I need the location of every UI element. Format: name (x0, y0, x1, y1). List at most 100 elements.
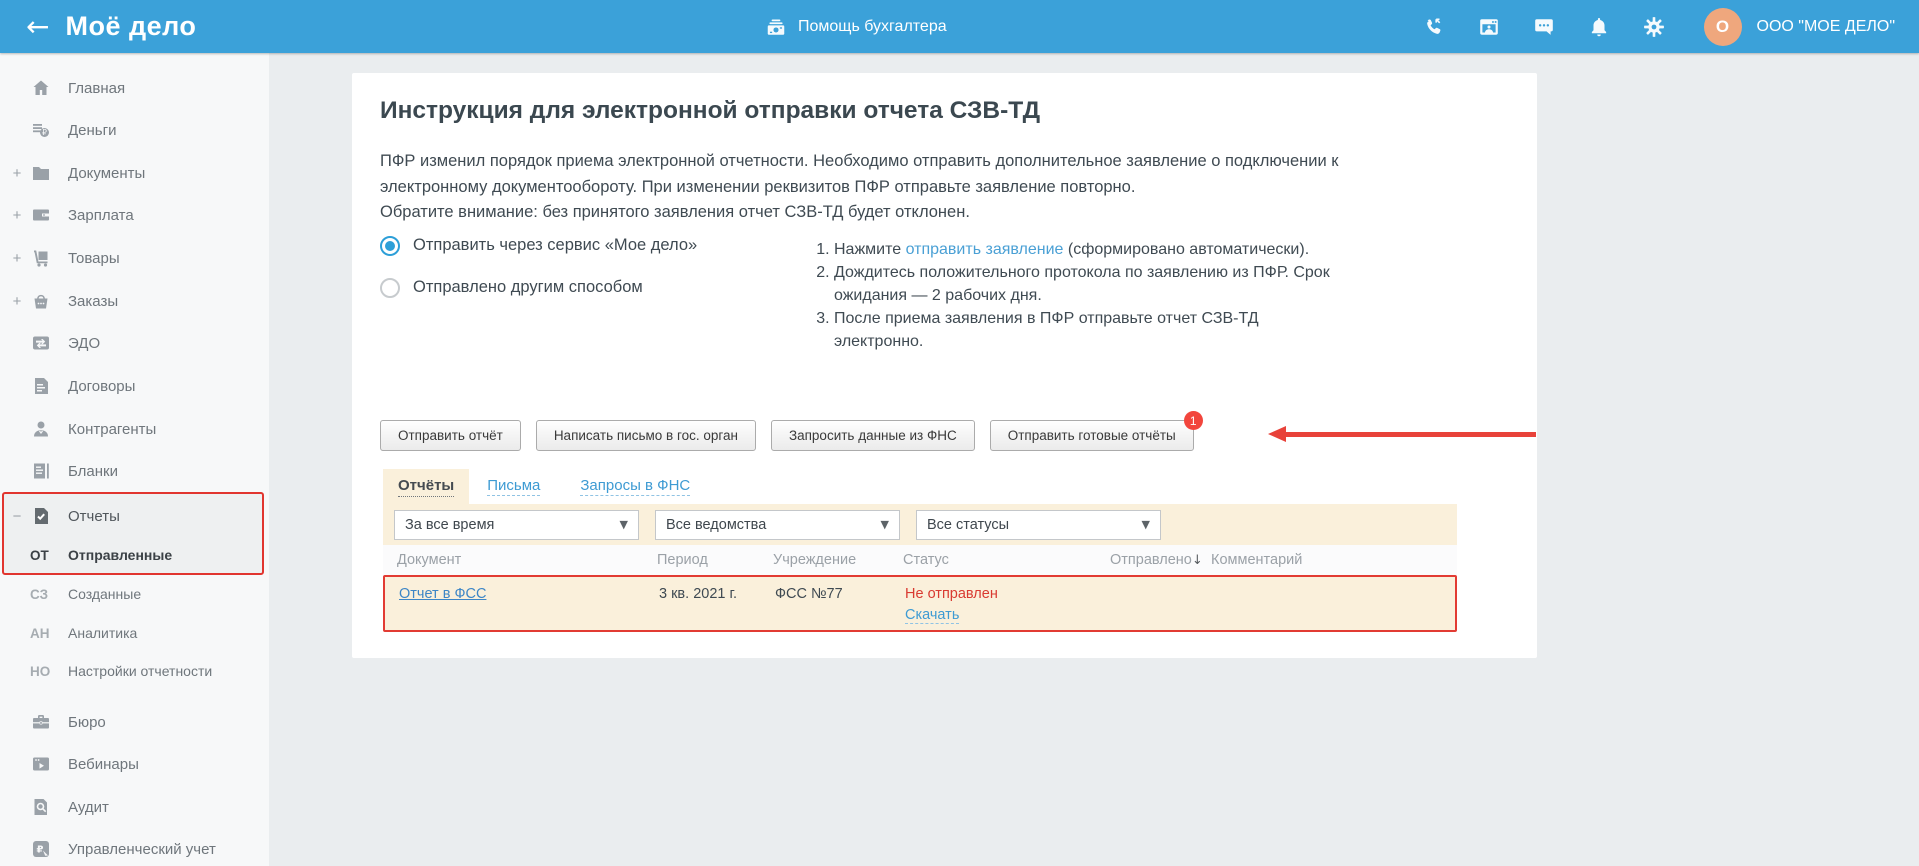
page-title: Инструкция для электронной отправки отче… (380, 97, 1041, 124)
sort-desc-icon: ↓ (1191, 553, 1203, 568)
accountant-help-button[interactable]: Помощь бухгалтера (765, 0, 947, 53)
app-logo[interactable]: Моё дело (65, 11, 196, 42)
filter-agency-select[interactable]: Все ведомства ▼ (655, 509, 900, 540)
sidebar-item-sozdannye[interactable]: СЗ Созданные (0, 581, 269, 607)
org-name[interactable]: ООО "МОЕ ДЕЛО" (1757, 18, 1895, 36)
webinar-window-icon[interactable] (1478, 16, 1500, 38)
audit-magnifier-icon (30, 796, 52, 818)
sidebar-item-dogovory[interactable]: Договоры (0, 373, 269, 399)
table-header: Документ Период Учреждение Статус Отправ… (383, 545, 1457, 575)
sidebar-item-nastroyki-otchetnosti[interactable]: НО Настройки отчетности (0, 658, 269, 684)
chevron-down-icon: ▼ (619, 518, 628, 531)
sidebar-item-vebinary[interactable]: Вебинары (0, 751, 269, 777)
col-status: Статус (903, 552, 949, 568)
callback-phone-icon[interactable] (1423, 16, 1445, 38)
sidebar-item-tovary[interactable]: + Товары (0, 245, 269, 271)
expand-plus-icon[interactable]: + (10, 250, 24, 267)
sidebar-item-kontragenty[interactable]: Контрагенты (0, 416, 269, 442)
cash-icon (765, 16, 787, 38)
sidebar-item-zarplata[interactable]: + Зарплата (0, 202, 269, 228)
sidebar-item-otchety[interactable]: − Отчеты (0, 503, 269, 529)
collapse-minus-icon[interactable]: − (10, 508, 24, 525)
briefcase-icon (30, 711, 52, 733)
radio-option-service[interactable]: Отправить через сервис «Мое дело» (380, 235, 697, 256)
folder-icon (30, 162, 52, 184)
send-report-button[interactable]: Отправить отчёт (380, 420, 521, 451)
sidebar-item-otpravlennye[interactable]: ОТ Отправленные (0, 542, 269, 568)
instruction-card: Инструкция для электронной отправки отче… (352, 73, 1537, 658)
chat-icon[interactable] (1533, 16, 1555, 38)
tabs: Отчёты Письма Запросы в ФНС (383, 469, 691, 504)
sidebar-item-upravlencheskiy-uchet[interactable]: ₽ Управленческий учет (0, 836, 269, 862)
sidebar-item-byuro[interactable]: Бюро (0, 709, 269, 735)
intro-line: ПФР изменил порядок приема электронной о… (380, 152, 1339, 170)
step-item: После приема заявления в ПФР отправьте о… (834, 307, 1337, 353)
filter-status-select[interactable]: Все статусы ▼ (916, 509, 1161, 540)
col-institution: Учреждение (773, 552, 857, 568)
pointer-arrow-icon (1268, 426, 1286, 442)
settings-gear-icon[interactable] (1643, 16, 1665, 38)
money-icon: ₽ (30, 119, 52, 141)
row-status: Не отправлен Скачать (905, 586, 1112, 624)
ready-count-badge: 1 (1183, 411, 1203, 430)
intro-line: электронному документообороту. При измен… (380, 177, 1136, 196)
col-comment: Комментарий (1211, 552, 1303, 568)
sidebar-item-zakazy[interactable]: + Заказы (0, 288, 269, 314)
radio-option-other[interactable]: Отправлено другим способом (380, 277, 697, 298)
webinar-play-icon (30, 753, 52, 775)
basket-icon (30, 290, 52, 312)
status-not-sent: Не отправлен (905, 586, 998, 602)
sidebar-item-dokumenty[interactable]: + Документы (0, 160, 269, 186)
chevron-down-icon: ▼ (880, 518, 889, 531)
notifications-bell-icon[interactable] (1588, 16, 1610, 38)
svg-text:₽: ₽ (42, 128, 47, 137)
chevron-down-icon: ▼ (1141, 518, 1150, 531)
svg-text:₽: ₽ (37, 845, 44, 856)
tab-zaprosy-fns[interactable]: Запросы в ФНС (580, 477, 691, 496)
sidebar-item-dengi[interactable]: ₽ Деньги (0, 117, 269, 143)
sidebar: Главная ₽ Деньги + Документы + Зарплата … (0, 53, 269, 866)
management-accounting-icon: ₽ (30, 838, 52, 860)
tab-pisma[interactable]: Письма (487, 477, 541, 496)
write-letter-button[interactable]: Написать письмо в гос. орган (535, 420, 756, 451)
row-institution: ФСС №77 (775, 586, 843, 602)
steps-list: Нажмите отправить заявление (сформирован… (812, 238, 1337, 353)
request-fns-button[interactable]: Запросить данные из ФНС (770, 420, 975, 451)
radio-unchecked-icon[interactable] (380, 277, 400, 298)
reports-icon (30, 505, 52, 527)
expand-plus-icon[interactable]: + (10, 207, 24, 224)
tab-otchety[interactable]: Отчёты (383, 469, 470, 504)
contract-document-icon (30, 375, 52, 397)
col-period: Период (657, 552, 708, 568)
avatar[interactable]: О (1703, 7, 1742, 46)
back-arrow-icon[interactable]: ← (26, 12, 49, 41)
pointer-arrow-icon (1286, 432, 1536, 437)
step-item: Дождитесь положительного протокола по за… (834, 261, 1337, 307)
download-link[interactable]: Скачать (905, 607, 960, 624)
intro-line: Обратите внимание: без принятого заявлен… (380, 203, 970, 221)
sidebar-item-edo[interactable]: ЭДО (0, 330, 269, 356)
sidebar-item-analitika[interactable]: АН Аналитика (0, 620, 269, 646)
row-period: 3 кв. 2021 г. (659, 586, 738, 602)
send-method-options: Отправить через сервис «Мое дело» Отправ… (380, 235, 697, 319)
filter-panel: За все время ▼ Все ведомства ▼ Все стату… (383, 504, 1457, 545)
trolley-icon (30, 247, 52, 269)
sidebar-item-blanki[interactable]: Бланки (0, 458, 269, 484)
send-ready-reports-button[interactable]: Отправить готовые отчёты 1 (989, 411, 1203, 451)
step-item: Нажмите отправить заявление (сформирован… (834, 238, 1337, 261)
filter-period-select[interactable]: За все время ▼ (394, 509, 639, 540)
document-link[interactable]: Отчет в ФСС (399, 586, 486, 602)
person-icon (30, 418, 52, 440)
accountant-help-label: Помощь бухгалтера (798, 17, 947, 35)
report-row[interactable]: Отчет в ФСС 3 кв. 2021 г. ФСС №77 Не отп… (383, 575, 1457, 632)
blank-form-icon (30, 460, 52, 482)
main-content: Инструкция для электронной отправки отче… (269, 53, 1919, 866)
sidebar-item-audit[interactable]: Аудит (0, 794, 269, 820)
expand-plus-icon[interactable]: + (10, 165, 24, 182)
col-sent[interactable]: Отправлено↓ (1110, 552, 1211, 568)
sidebar-item-glavnaya[interactable]: Главная (0, 75, 269, 101)
expand-plus-icon[interactable]: + (10, 293, 24, 310)
radio-checked-icon[interactable] (380, 235, 400, 256)
send-application-link[interactable]: отправить заявление (906, 241, 1064, 258)
home-icon (30, 77, 52, 99)
